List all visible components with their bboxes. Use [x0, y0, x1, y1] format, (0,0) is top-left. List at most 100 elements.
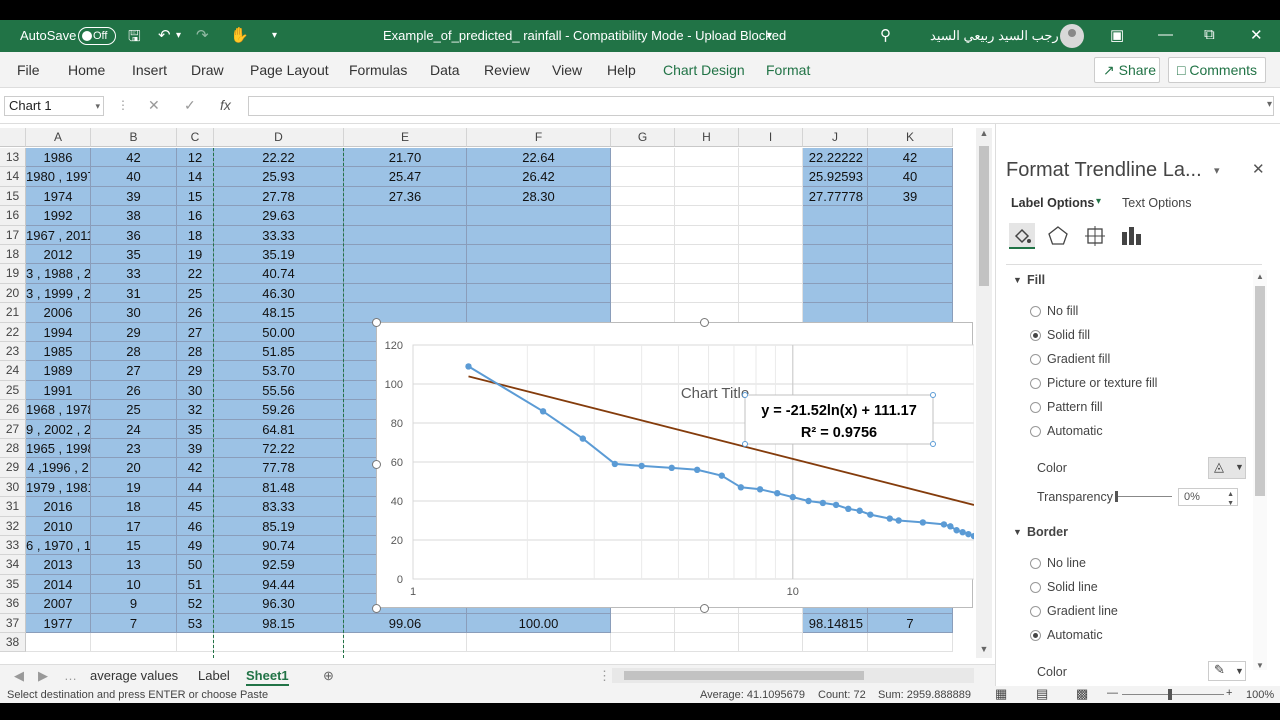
cell-d[interactable]: 22.22 [214, 148, 344, 168]
label-selection-handle[interactable] [930, 392, 936, 398]
cell-c[interactable]: 28 [177, 342, 214, 362]
row-header[interactable]: 28 [0, 439, 26, 459]
cell-d[interactable]: 96.30 [214, 594, 344, 614]
cell-a[interactable]: 4 ,1996 , 2 [26, 458, 91, 478]
chart-resize-handle[interactable] [700, 604, 709, 613]
data-point[interactable] [638, 462, 645, 470]
cell-h[interactable] [675, 186, 739, 207]
cell-b[interactable]: 40 [91, 167, 177, 187]
cell-d[interactable]: 50.00 [214, 322, 344, 342]
row-header[interactable]: 23 [0, 342, 26, 362]
transparency-slider[interactable] [1115, 491, 1172, 502]
cell-b[interactable]: 42 [91, 148, 177, 168]
cell-d[interactable]: 27.78 [214, 186, 344, 207]
cell-c[interactable]: 45 [177, 497, 214, 517]
user-name[interactable]: رجب السيد ربيعي السيد [930, 28, 1059, 44]
sheet-next-icon[interactable]: ▶ [38, 668, 48, 684]
cell-j[interactable] [803, 206, 868, 226]
cell-f[interactable] [467, 225, 611, 245]
cell-g[interactable] [611, 303, 675, 323]
minimize-icon[interactable]: — [1158, 26, 1173, 43]
cell-a[interactable]: 6 , 1970 , 1 [26, 536, 91, 556]
row-header[interactable]: 15 [0, 186, 26, 207]
column-header-e[interactable]: E [344, 128, 467, 147]
tab-file[interactable]: File [17, 62, 40, 78]
save-icon[interactable]: 🖫 [128, 26, 141, 51]
cell-c[interactable]: 35 [177, 419, 214, 439]
cell-c[interactable]: 32 [177, 400, 214, 420]
row-header[interactable]: 36 [0, 594, 26, 614]
cell-j[interactable] [803, 283, 868, 304]
cell-c[interactable]: 15 [177, 186, 214, 207]
fill-radio[interactable] [1030, 330, 1041, 341]
column-header-f[interactable]: F [467, 128, 611, 147]
row-header[interactable]: 21 [0, 303, 26, 323]
cell-d[interactable]: 40.74 [214, 264, 344, 284]
cell-h[interactable] [675, 225, 739, 245]
border-radio[interactable] [1030, 558, 1041, 569]
sheet-prev-icon[interactable]: ◀ [14, 668, 24, 684]
border-option-label[interactable]: Solid line [1047, 580, 1098, 594]
fill-radio[interactable] [1030, 306, 1041, 317]
cell-f[interactable] [467, 206, 611, 226]
fill-radio[interactable] [1030, 402, 1041, 413]
cell-j[interactable] [803, 633, 868, 653]
zoom-level[interactable]: 100% [1246, 689, 1274, 701]
cell-e[interactable] [344, 264, 467, 284]
cell-b[interactable]: 9 [91, 594, 177, 614]
tab-label-options[interactable]: Label Options [1011, 196, 1094, 210]
label-selection-handle[interactable] [742, 392, 748, 398]
cell-c[interactable]: 12 [177, 148, 214, 168]
chart-resize-handle[interactable] [372, 318, 381, 327]
cell-k[interactable]: 7 [868, 613, 953, 633]
cell-b[interactable]: 35 [91, 245, 177, 265]
cell-h[interactable] [675, 206, 739, 226]
column-header-g[interactable]: G [611, 128, 675, 147]
cell-f[interactable] [467, 264, 611, 284]
row-header[interactable]: 26 [0, 400, 26, 420]
cell-f[interactable]: 100.00 [467, 613, 611, 633]
fill-color-picker[interactable]: ◬ ▼ [1208, 457, 1246, 479]
cell-h[interactable] [675, 283, 739, 304]
tab-help[interactable]: Help [607, 62, 636, 78]
cell-b[interactable]: 18 [91, 497, 177, 517]
cell-c[interactable]: 25 [177, 283, 214, 304]
cell-i[interactable] [739, 245, 803, 265]
data-point[interactable] [539, 408, 547, 415]
column-header-k[interactable]: K [868, 128, 953, 147]
cell-g[interactable] [611, 186, 675, 207]
cell-a[interactable]: 1989 [26, 361, 91, 381]
border-radio[interactable] [1030, 630, 1041, 641]
cell-c[interactable]: 27 [177, 322, 214, 342]
cell-c[interactable]: 52 [177, 594, 214, 614]
scroll-up-icon[interactable]: ▲ [976, 128, 992, 142]
effects-category-icon[interactable] [1045, 223, 1071, 249]
row-header[interactable]: 33 [0, 536, 26, 556]
cell-i[interactable] [739, 186, 803, 207]
data-point[interactable] [895, 517, 902, 524]
cell-g[interactable] [611, 633, 675, 653]
border-option-label[interactable]: Automatic [1047, 628, 1103, 642]
cell-i[interactable] [739, 633, 803, 653]
cell-a[interactable]: 1992 [26, 206, 91, 226]
cell-b[interactable]: 7 [91, 613, 177, 633]
pane-options-dropdown-icon[interactable]: ▾ [1214, 164, 1220, 177]
fill-line-category-icon[interactable] [1009, 223, 1035, 249]
chart-title[interactable]: Chart Title [681, 385, 749, 402]
cell-a[interactable]: 1979 , 1981 [26, 477, 91, 498]
cell-a[interactable]: 2016 [26, 497, 91, 517]
cell-i[interactable] [739, 283, 803, 304]
row-header[interactable]: 37 [0, 613, 26, 633]
data-point[interactable] [819, 499, 827, 507]
data-point[interactable] [953, 527, 960, 534]
expand-formula-bar-icon[interactable]: ▾ [1267, 99, 1272, 110]
chart-resize-handle[interactable] [372, 604, 381, 613]
cell-c[interactable]: 18 [177, 225, 214, 245]
cell-d[interactable]: 55.56 [214, 380, 344, 401]
undo-icon[interactable]: ↶ [158, 26, 171, 44]
insert-function-icon[interactable]: fx [220, 97, 231, 113]
transparency-slider-thumb[interactable] [1115, 491, 1118, 502]
data-point[interactable] [886, 515, 893, 522]
chart-resize-handle[interactable] [700, 318, 709, 327]
cell-d[interactable]: 77.78 [214, 458, 344, 478]
